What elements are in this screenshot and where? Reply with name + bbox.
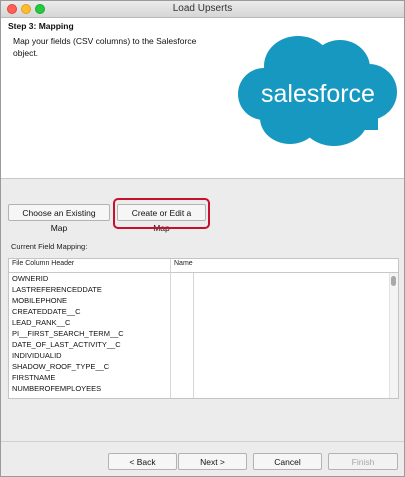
table-row[interactable]: NUMBEROFEMPLOYEES [9, 383, 391, 394]
logo-text: salesforce [261, 80, 375, 108]
table-row[interactable]: OWNERID [9, 273, 391, 284]
mapping-rows: OWNERID LASTREFERENCEDDATE MOBILEPHONE C… [9, 273, 391, 394]
table-row[interactable]: INDIVIDUALID [9, 350, 391, 361]
finish-button[interactable]: Finish [328, 453, 398, 470]
table-row[interactable]: PI__FIRST_SEARCH_TERM__C [9, 328, 391, 339]
highlight-annotation [113, 198, 210, 229]
back-button[interactable]: < Back [108, 453, 177, 470]
table-row[interactable]: DATE_OF_LAST_ACTIVITY__C [9, 339, 391, 350]
cancel-button[interactable]: Cancel [253, 453, 322, 470]
table-row[interactable]: LEAD_RANK__C [9, 317, 391, 328]
window-title: Load Upserts [172, 3, 233, 14]
scrollbar-thumb[interactable] [391, 276, 396, 286]
field-mapping-table[interactable]: File Column Header Name OWNERID LASTREFE… [8, 258, 399, 399]
table-header: File Column Header Name [9, 259, 398, 273]
vertical-scrollbar[interactable] [389, 273, 398, 398]
dialog-window: Load Upserts Step 3: Mapping Map your fi… [0, 0, 405, 477]
step-description: Map your fields (CSV columns) to the Sal… [13, 36, 197, 58]
step-title: Step 3: Mapping [8, 21, 74, 31]
title-bar: Load Upserts [1, 1, 404, 18]
current-field-mapping-label: Current Field Mapping: [11, 242, 88, 251]
table-row[interactable]: LASTREFERENCEDDATE [9, 284, 391, 295]
column-header-name[interactable]: Name [174, 260, 193, 267]
salesforce-logo: salesforce [238, 36, 397, 146]
footer-divider [1, 441, 404, 442]
table-row[interactable]: SHADOW_ROOF_TYPE__C [9, 361, 391, 372]
choose-existing-map-button[interactable]: Choose an Existing Map [8, 204, 110, 233]
column-header-file[interactable]: File Column Header [12, 260, 74, 267]
next-button[interactable]: Next > [178, 453, 247, 470]
table-row[interactable]: MOBILEPHONE [9, 295, 391, 306]
table-row[interactable]: CREATEDDATE__C [9, 306, 391, 317]
table-row[interactable]: FIRSTNAME [9, 372, 391, 383]
